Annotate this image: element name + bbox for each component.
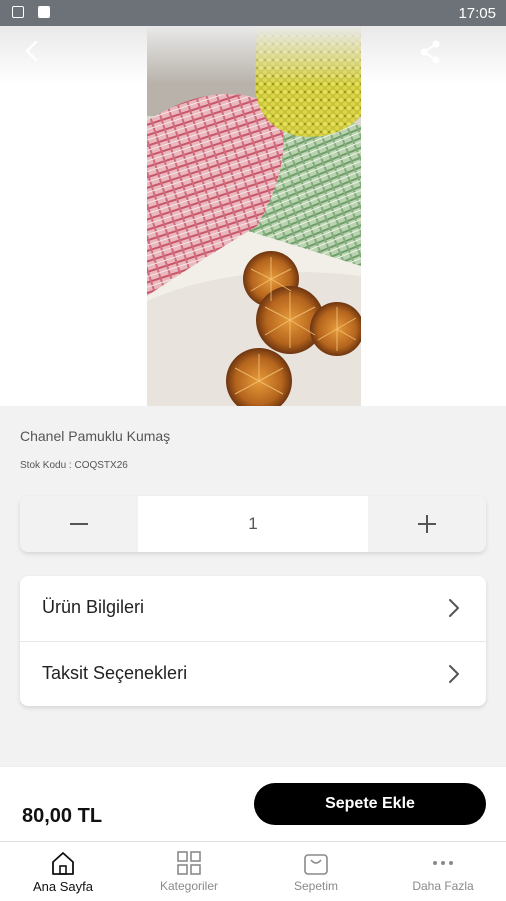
- app-notification-icon: [38, 6, 50, 18]
- status-bar: 17:05: [0, 0, 506, 26]
- tab-more[interactable]: Daha Fazla: [380, 842, 506, 901]
- product-details-label: Ürün Bilgileri: [42, 597, 145, 617]
- chevron-right-icon: [449, 599, 459, 617]
- tab-categories[interactable]: Kategoriler: [126, 842, 252, 901]
- increase-quantity-button[interactable]: [368, 496, 486, 552]
- image-notification-icon: [12, 6, 24, 18]
- tab-cart[interactable]: Sepetim: [253, 842, 379, 901]
- chevron-right-icon: [449, 665, 459, 683]
- share-button[interactable]: [410, 32, 450, 72]
- decrease-quantity-button[interactable]: [20, 496, 138, 552]
- installment-options-row[interactable]: Taksit Seçenekleri: [20, 641, 486, 706]
- more-icon: [433, 861, 453, 865]
- tab-more-label: Daha Fazla: [412, 879, 474, 893]
- product-title: Chanel Pamuklu Kumaş: [20, 428, 171, 444]
- purchase-bar: 80,00 TL Sepete Ekle: [0, 766, 506, 841]
- tab-cart-label: Sepetim: [293, 879, 339, 893]
- cart-icon: [304, 854, 328, 875]
- product-image-area: [0, 26, 506, 406]
- tab-home-label: Ana Sayfa: [33, 879, 93, 894]
- grid-icon: [177, 851, 201, 875]
- product-info-menu: Ürün Bilgileri Taksit Seçenekleri: [20, 576, 486, 706]
- home-icon: [52, 852, 74, 875]
- quantity-stepper: 1: [20, 496, 486, 552]
- plus-icon: [418, 515, 436, 533]
- quantity-value[interactable]: 1: [138, 496, 368, 552]
- status-time: 17:05: [458, 5, 496, 22]
- minus-icon: [70, 523, 88, 525]
- chevron-left-icon: [25, 40, 38, 62]
- product-details-row[interactable]: Ürün Bilgileri: [20, 576, 486, 641]
- tab-categories-label: Kategoriler: [159, 879, 219, 893]
- bottom-tab-bar: Ana Sayfa Kategoriler Sepetim Daha Fazla: [0, 841, 506, 901]
- product-sku: Stok Kodu : COQSTX26: [20, 460, 128, 471]
- tab-home[interactable]: Ana Sayfa: [0, 842, 126, 901]
- back-button[interactable]: [12, 32, 52, 72]
- product-price: 80,00 TL: [22, 805, 103, 827]
- share-icon: [420, 40, 440, 64]
- add-to-cart-button[interactable]: Sepete Ekle: [254, 783, 486, 825]
- installment-options-label: Taksit Seçenekleri: [42, 663, 188, 683]
